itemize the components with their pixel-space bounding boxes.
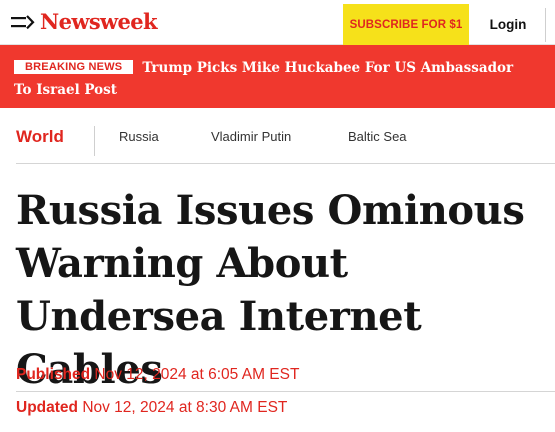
article-headline: Russia Issues Ominous Warning About Unde… — [16, 187, 525, 393]
header-divider — [545, 8, 546, 42]
topic-separator — [94, 126, 95, 156]
menu-icon[interactable] — [11, 13, 35, 33]
topic-vladimir-putin[interactable]: Vladimir Putin — [211, 129, 291, 144]
published-timestamp: Published Nov 12, 2024 at 6:05 AM EST — [16, 366, 299, 384]
published-label: Published — [16, 366, 91, 383]
login-button[interactable]: Login — [476, 4, 540, 45]
topic-world[interactable]: World — [16, 127, 64, 147]
topic-russia[interactable]: Russia — [119, 129, 159, 144]
breaking-news-badge: BREAKING NEWS — [14, 60, 134, 74]
updated-timestamp: Updated Nov 12, 2024 at 8:30 AM EST — [16, 399, 287, 417]
updated-date: Nov 12, 2024 at 8:30 AM EST — [82, 399, 288, 416]
newsweek-logo[interactable]: Newsweek — [40, 9, 158, 34]
site-header: Newsweek SUBSCRIBE FOR $1 Login — [0, 0, 555, 45]
meta-divider — [16, 391, 555, 392]
topic-divider — [16, 163, 555, 164]
updated-label: Updated — [16, 399, 78, 416]
breaking-news-banner[interactable]: BREAKING NEWS Trump Picks Mike Huckabee F… — [0, 45, 555, 108]
topic-baltic-sea[interactable]: Baltic Sea — [348, 129, 407, 144]
published-date: Nov 12, 2024 at 6:05 AM EST — [94, 366, 300, 383]
subscribe-button[interactable]: SUBSCRIBE FOR $1 — [343, 4, 469, 45]
topic-nav: World Russia Vladimir Putin Baltic Sea — [0, 108, 555, 164]
